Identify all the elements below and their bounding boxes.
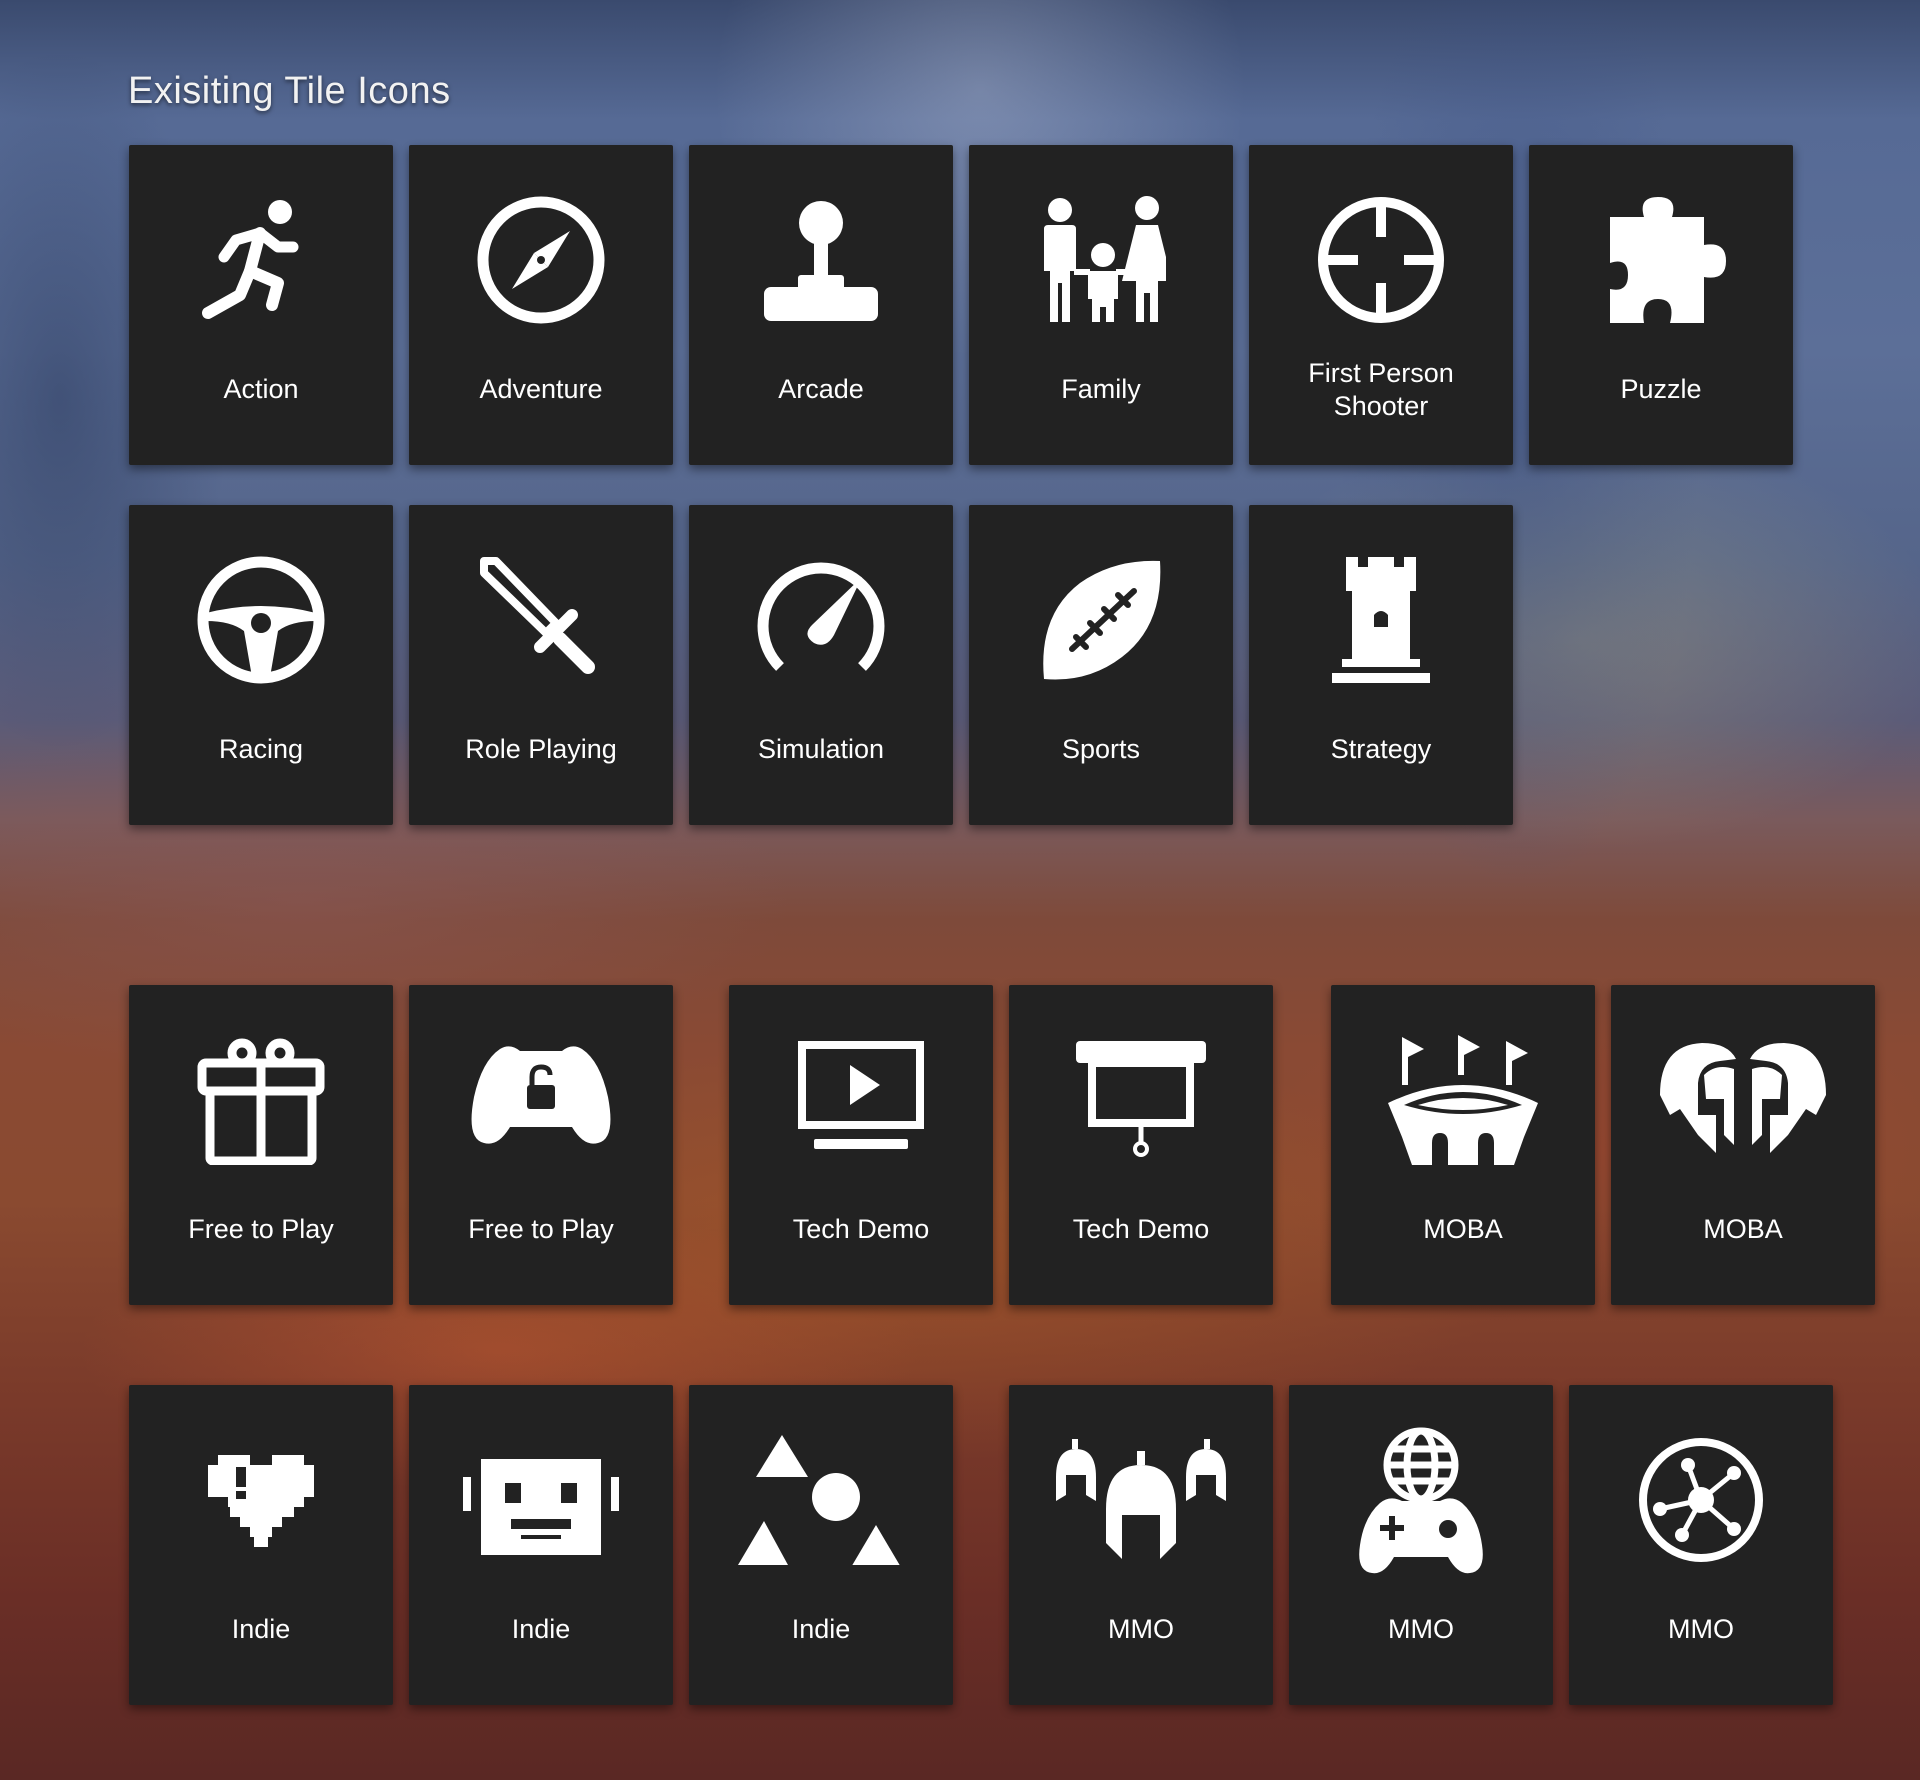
tile-label: Action [223, 374, 299, 404]
tile-simulation[interactable]: Simulation [689, 505, 953, 825]
tile-label: Tech Demo [1072, 1214, 1210, 1244]
sword-icon [476, 555, 606, 685]
tile-mmo-network[interactable]: MMO [1569, 1385, 1833, 1705]
tile-tech-demo-video[interactable]: Tech Demo [729, 985, 993, 1305]
tile-label: Indie [791, 1614, 851, 1644]
steering-wheel-icon [196, 555, 326, 685]
tile-label: Family [1061, 374, 1141, 404]
globe-gamepad-icon [1356, 1427, 1486, 1574]
gift-icon [196, 1035, 326, 1165]
tile-label: Role Playing [465, 734, 617, 764]
tile-sports[interactable]: Sports [969, 505, 1233, 825]
tile-action[interactable]: Action [129, 145, 393, 465]
spartan-helmets-icon [1660, 1035, 1826, 1165]
crosshair-icon [1316, 195, 1446, 325]
joystick-icon [756, 195, 886, 325]
helmet-group-icon [1056, 1435, 1226, 1565]
compass-icon [476, 195, 606, 325]
pixel-robot-icon [463, 1435, 619, 1565]
chess-rook-icon [1316, 555, 1446, 685]
page-title: Exisiting Tile Icons [128, 70, 451, 112]
puzzle-piece-icon [1596, 195, 1726, 325]
pixel-heart-icon [196, 1435, 326, 1565]
tile-label: Adventure [479, 374, 603, 404]
speedometer-icon [756, 555, 886, 685]
tile-label: MMO [1388, 1614, 1454, 1644]
tile-mmo-globe[interactable]: MMO [1289, 1385, 1553, 1705]
tile-label: Simulation [757, 734, 885, 764]
tile-label: Indie [231, 1614, 291, 1644]
tile-arcade[interactable]: Arcade [689, 145, 953, 465]
tile-label: Puzzle [1620, 374, 1702, 404]
tile-label: Free to Play [188, 1214, 334, 1244]
tile-indie-heart[interactable]: Indie [129, 1385, 393, 1705]
tile-free-to-play-gamepad[interactable]: Free to Play [409, 985, 673, 1305]
shapes-icon [738, 1435, 900, 1565]
tile-label: Racing [218, 734, 304, 764]
tile-label: MMO [1668, 1614, 1734, 1644]
tile-indie-shapes[interactable]: Indie [689, 1385, 953, 1705]
tile-label: MOBA [1703, 1214, 1783, 1244]
tile-label: Free to Play [468, 1214, 614, 1244]
gamepad-lock-icon [471, 1035, 611, 1165]
tile-label: MOBA [1423, 1214, 1503, 1244]
video-monitor-icon [796, 1035, 926, 1165]
tile-tech-demo-projector[interactable]: Tech Demo [1009, 985, 1273, 1305]
stadium-icon [1388, 1035, 1538, 1165]
tile-moba-stadium[interactable]: MOBA [1331, 985, 1595, 1305]
network-node-icon [1636, 1435, 1766, 1565]
running-person-icon [196, 195, 326, 325]
tile-label: MMO [1108, 1614, 1174, 1644]
tile-first-person-shooter[interactable]: First Person Shooter [1249, 145, 1513, 465]
tile-family[interactable]: Family [969, 145, 1233, 465]
tile-indie-robot[interactable]: Indie [409, 1385, 673, 1705]
tile-label: First Person Shooter [1308, 358, 1454, 421]
tile-label: Arcade [778, 374, 864, 404]
tile-adventure[interactable]: Adventure [409, 145, 673, 465]
projector-screen-icon [1076, 1035, 1206, 1165]
tile-label: Indie [511, 1614, 571, 1644]
tile-free-to-play-gift[interactable]: Free to Play [129, 985, 393, 1305]
tile-moba-helmets[interactable]: MOBA [1611, 985, 1875, 1305]
tile-role-playing[interactable]: Role Playing [409, 505, 673, 825]
tile-label: Sports [1061, 734, 1141, 764]
tile-puzzle[interactable]: Puzzle [1529, 145, 1793, 465]
tile-label: Tech Demo [792, 1214, 930, 1244]
football-icon [1036, 555, 1166, 685]
tile-racing[interactable]: Racing [129, 505, 393, 825]
family-icon [1036, 195, 1166, 325]
tile-strategy[interactable]: Strategy [1249, 505, 1513, 825]
tile-mmo-helmets[interactable]: MMO [1009, 1385, 1273, 1705]
tile-label: Strategy [1330, 734, 1432, 764]
